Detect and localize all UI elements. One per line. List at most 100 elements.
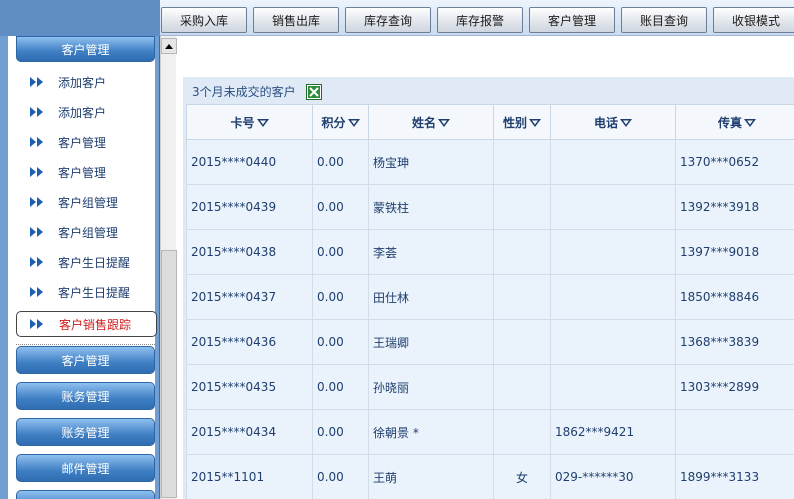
nav-customer-mgmt-button[interactable]: 客户管理 bbox=[529, 7, 615, 33]
cell-name: 李荟 bbox=[368, 229, 494, 275]
nav-stock-query-button[interactable]: 库存查询 bbox=[345, 7, 431, 33]
scrollbar-thumb[interactable] bbox=[161, 250, 177, 498]
column-header-label: 积分 bbox=[321, 115, 346, 130]
double-arrow-icon bbox=[20, 77, 58, 87]
nav-sales-out-button[interactable]: 销售出库 bbox=[253, 7, 339, 33]
cell-points: 0.00 bbox=[312, 319, 369, 365]
double-arrow-icon bbox=[20, 197, 58, 207]
cell-points: 0.00 bbox=[312, 274, 369, 320]
cell-name: 蒙铁柱 bbox=[368, 184, 494, 230]
sidebar-item-label: 客户管理 bbox=[58, 135, 107, 150]
cell-card-no: 2015****0439 bbox=[186, 184, 313, 230]
sidebar-item-label: 客户生日提醒 bbox=[58, 285, 131, 300]
sidebar-item-label: 添加客户 bbox=[58, 75, 107, 90]
sidebar: 客户管理 添加客户 添加客户 客户管理 客户管理 客户组管理 客户组管理 客户生… bbox=[0, 36, 160, 499]
sidebar-item-customer-group-2[interactable]: 客户组管理 bbox=[20, 219, 156, 245]
table-row[interactable]: 2015****0440 0.00 杨宝珅 1370***0652 bbox=[186, 139, 794, 185]
sidebar-section-account-mgmt-2[interactable]: 账务管理 bbox=[16, 418, 155, 446]
top-nav-bar: 采购入库 销售出库 库存查询 库存报警 客户管理 账目查询 收银模式 bbox=[0, 0, 794, 36]
nav-account-query-button[interactable]: 账目查询 bbox=[621, 7, 707, 33]
column-header-label: 卡号 bbox=[230, 115, 255, 130]
column-header-fax[interactable]: 传真 bbox=[675, 104, 794, 140]
cell-phone bbox=[550, 319, 676, 365]
sidebar-section-mail-mgmt[interactable]: 邮件管理 bbox=[16, 454, 155, 482]
cell-fax: 1370***0652 bbox=[675, 139, 794, 185]
sidebar-scrollbar[interactable] bbox=[160, 36, 177, 499]
cell-card-no: 2015****0434 bbox=[186, 409, 313, 455]
nav-purchase-in-button[interactable]: 采购入库 bbox=[161, 7, 247, 33]
cell-points: 0.00 bbox=[312, 454, 369, 499]
sidebar-item-label: 客户组管理 bbox=[58, 195, 119, 210]
double-arrow-icon bbox=[20, 107, 58, 117]
cell-gender bbox=[493, 319, 551, 365]
column-header-phone[interactable]: 电话 bbox=[550, 104, 676, 140]
sidebar-item-label: 客户生日提醒 bbox=[58, 255, 131, 270]
double-arrow-icon bbox=[20, 257, 58, 267]
column-header-label: 传真 bbox=[717, 115, 742, 130]
cell-fax: 1392***3918 bbox=[675, 184, 794, 230]
column-header-card-no[interactable]: 卡号 bbox=[186, 104, 313, 140]
cell-gender bbox=[493, 364, 551, 410]
cell-gender bbox=[493, 274, 551, 320]
main-content: 3个月未成交的客户 卡号 积分 姓名 性别 电话 传真 2015****0440… bbox=[177, 36, 794, 499]
column-header-gender[interactable]: 性别 bbox=[493, 104, 551, 140]
cell-name: 王萌 bbox=[368, 454, 494, 499]
cell-phone: 029-******30 bbox=[550, 454, 676, 499]
cell-gender bbox=[493, 139, 551, 185]
cell-phone bbox=[550, 184, 676, 230]
table-row[interactable]: 2015****0438 0.00 李荟 1397***9018 bbox=[186, 229, 794, 275]
sidebar-item-add-customer[interactable]: 添加客户 bbox=[20, 69, 156, 95]
table-row[interactable]: 2015****0436 0.00 王瑞卿 1368***3839 bbox=[186, 319, 794, 365]
double-arrow-icon bbox=[20, 137, 58, 147]
cell-points: 0.00 bbox=[312, 184, 369, 230]
sidebar-item-birthday-reminder[interactable]: 客户生日提醒 bbox=[20, 249, 156, 275]
cell-card-no: 2015****0440 bbox=[186, 139, 313, 185]
sort-down-icon bbox=[347, 119, 360, 127]
double-arrow-icon bbox=[20, 167, 58, 177]
cell-phone bbox=[550, 229, 676, 275]
sidebar-section-account-mgmt[interactable]: 账务管理 bbox=[16, 382, 155, 410]
sidebar-section-more[interactable] bbox=[16, 490, 155, 499]
excel-export-icon[interactable] bbox=[306, 84, 322, 100]
nav-cashier-mode-button[interactable]: 收银模式 bbox=[713, 7, 794, 33]
sidebar-item-birthday-reminder-2[interactable]: 客户生日提醒 bbox=[20, 279, 156, 305]
cell-gender bbox=[493, 409, 551, 455]
table-header-row: 卡号 积分 姓名 性别 电话 传真 bbox=[186, 104, 794, 140]
sidebar-section-customer-mgmt[interactable]: 客户管理 bbox=[16, 346, 155, 374]
column-header-label: 姓名 bbox=[411, 115, 436, 130]
sort-down-icon bbox=[529, 119, 541, 127]
column-header-name[interactable]: 姓名 bbox=[368, 104, 494, 140]
report-panel: 3个月未成交的客户 卡号 积分 姓名 性别 电话 传真 2015****0440… bbox=[183, 77, 794, 499]
cell-points: 0.00 bbox=[312, 229, 369, 275]
cell-phone bbox=[550, 139, 676, 185]
cell-fax: 1397***9018 bbox=[675, 229, 794, 275]
table-row[interactable]: 2015****0434 0.00 徐朝景 * 1862***9421 bbox=[186, 409, 794, 455]
nav-stock-alarm-button[interactable]: 库存报警 bbox=[437, 7, 523, 33]
cell-phone bbox=[550, 364, 676, 410]
sidebar-menu-panel: 客户管理 添加客户 添加客户 客户管理 客户管理 客户组管理 客户组管理 客户生… bbox=[8, 36, 157, 499]
cell-name: 田仕林 bbox=[368, 274, 494, 320]
sidebar-item-sales-tracking[interactable]: 客户销售跟踪 bbox=[16, 311, 157, 337]
double-arrow-icon bbox=[20, 287, 58, 297]
cell-name: 王瑞卿 bbox=[368, 319, 494, 365]
cell-fax: 1303***2899 bbox=[675, 364, 794, 410]
sidebar-header-customer-mgmt[interactable]: 客户管理 bbox=[16, 36, 155, 62]
table-row[interactable]: 2015****0439 0.00 蒙铁柱 1392***3918 bbox=[186, 184, 794, 230]
cell-card-no: 2015****0435 bbox=[186, 364, 313, 410]
scroll-up-arrow-icon[interactable] bbox=[161, 38, 177, 54]
sidebar-item-add-customer-2[interactable]: 添加客户 bbox=[20, 99, 156, 125]
sidebar-item-customer-mgmt[interactable]: 客户管理 bbox=[20, 129, 156, 155]
cell-card-no: 2015****0438 bbox=[186, 229, 313, 275]
cell-phone: 1862***9421 bbox=[550, 409, 676, 455]
sidebar-item-customer-group[interactable]: 客户组管理 bbox=[20, 189, 156, 215]
table-row[interactable]: 2015****0435 0.00 孙晓丽 1303***2899 bbox=[186, 364, 794, 410]
table-row[interactable]: 2015****0437 0.00 田仕林 1850***8846 bbox=[186, 274, 794, 320]
table-row[interactable]: 2015**1101 0.00 王萌 女 029-******30 1899**… bbox=[186, 454, 794, 499]
customer-table: 卡号 积分 姓名 性别 电话 传真 2015****0440 0.00 杨宝珅 … bbox=[186, 104, 794, 499]
sidebar-item-customer-mgmt-2[interactable]: 客户管理 bbox=[20, 159, 156, 185]
column-header-points[interactable]: 积分 bbox=[312, 104, 369, 140]
cell-points: 0.00 bbox=[312, 139, 369, 185]
cell-points: 0.00 bbox=[312, 364, 369, 410]
sidebar-item-label: 客户组管理 bbox=[58, 225, 119, 240]
cell-fax: 1850***8846 bbox=[675, 274, 794, 320]
